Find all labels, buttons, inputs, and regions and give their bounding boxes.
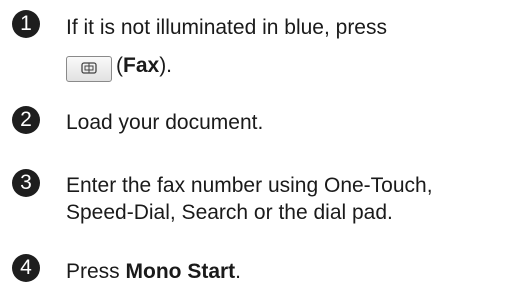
fax-icon bbox=[79, 57, 99, 81]
fax-instruction: (Fax). bbox=[66, 50, 172, 82]
fax-button[interactable] bbox=[66, 56, 112, 82]
step-text: If it is not illuminated in blue, press bbox=[66, 16, 387, 39]
fax-close-paren: ). bbox=[159, 54, 173, 77]
fax-open-paren: ( bbox=[116, 54, 123, 77]
step-text: Load your document. bbox=[66, 111, 264, 134]
mono-start-label: Mono Start bbox=[125, 260, 236, 283]
step-number-badge: 4 bbox=[12, 254, 40, 282]
fax-label: Fax bbox=[123, 54, 160, 77]
step-text: Press Mono Start. bbox=[66, 258, 241, 285]
step-text-line-2: Speed-Dial, Search or the dial pad. bbox=[66, 201, 393, 224]
step-suffix: . bbox=[235, 260, 242, 283]
press-prefix: Press bbox=[66, 260, 126, 283]
step-number-badge: 2 bbox=[12, 106, 40, 134]
step-number-badge: 3 bbox=[12, 169, 40, 197]
step-text-line-1: Enter the fax number using One-Touch, bbox=[66, 174, 433, 197]
step-number-badge: 1 bbox=[12, 10, 40, 38]
